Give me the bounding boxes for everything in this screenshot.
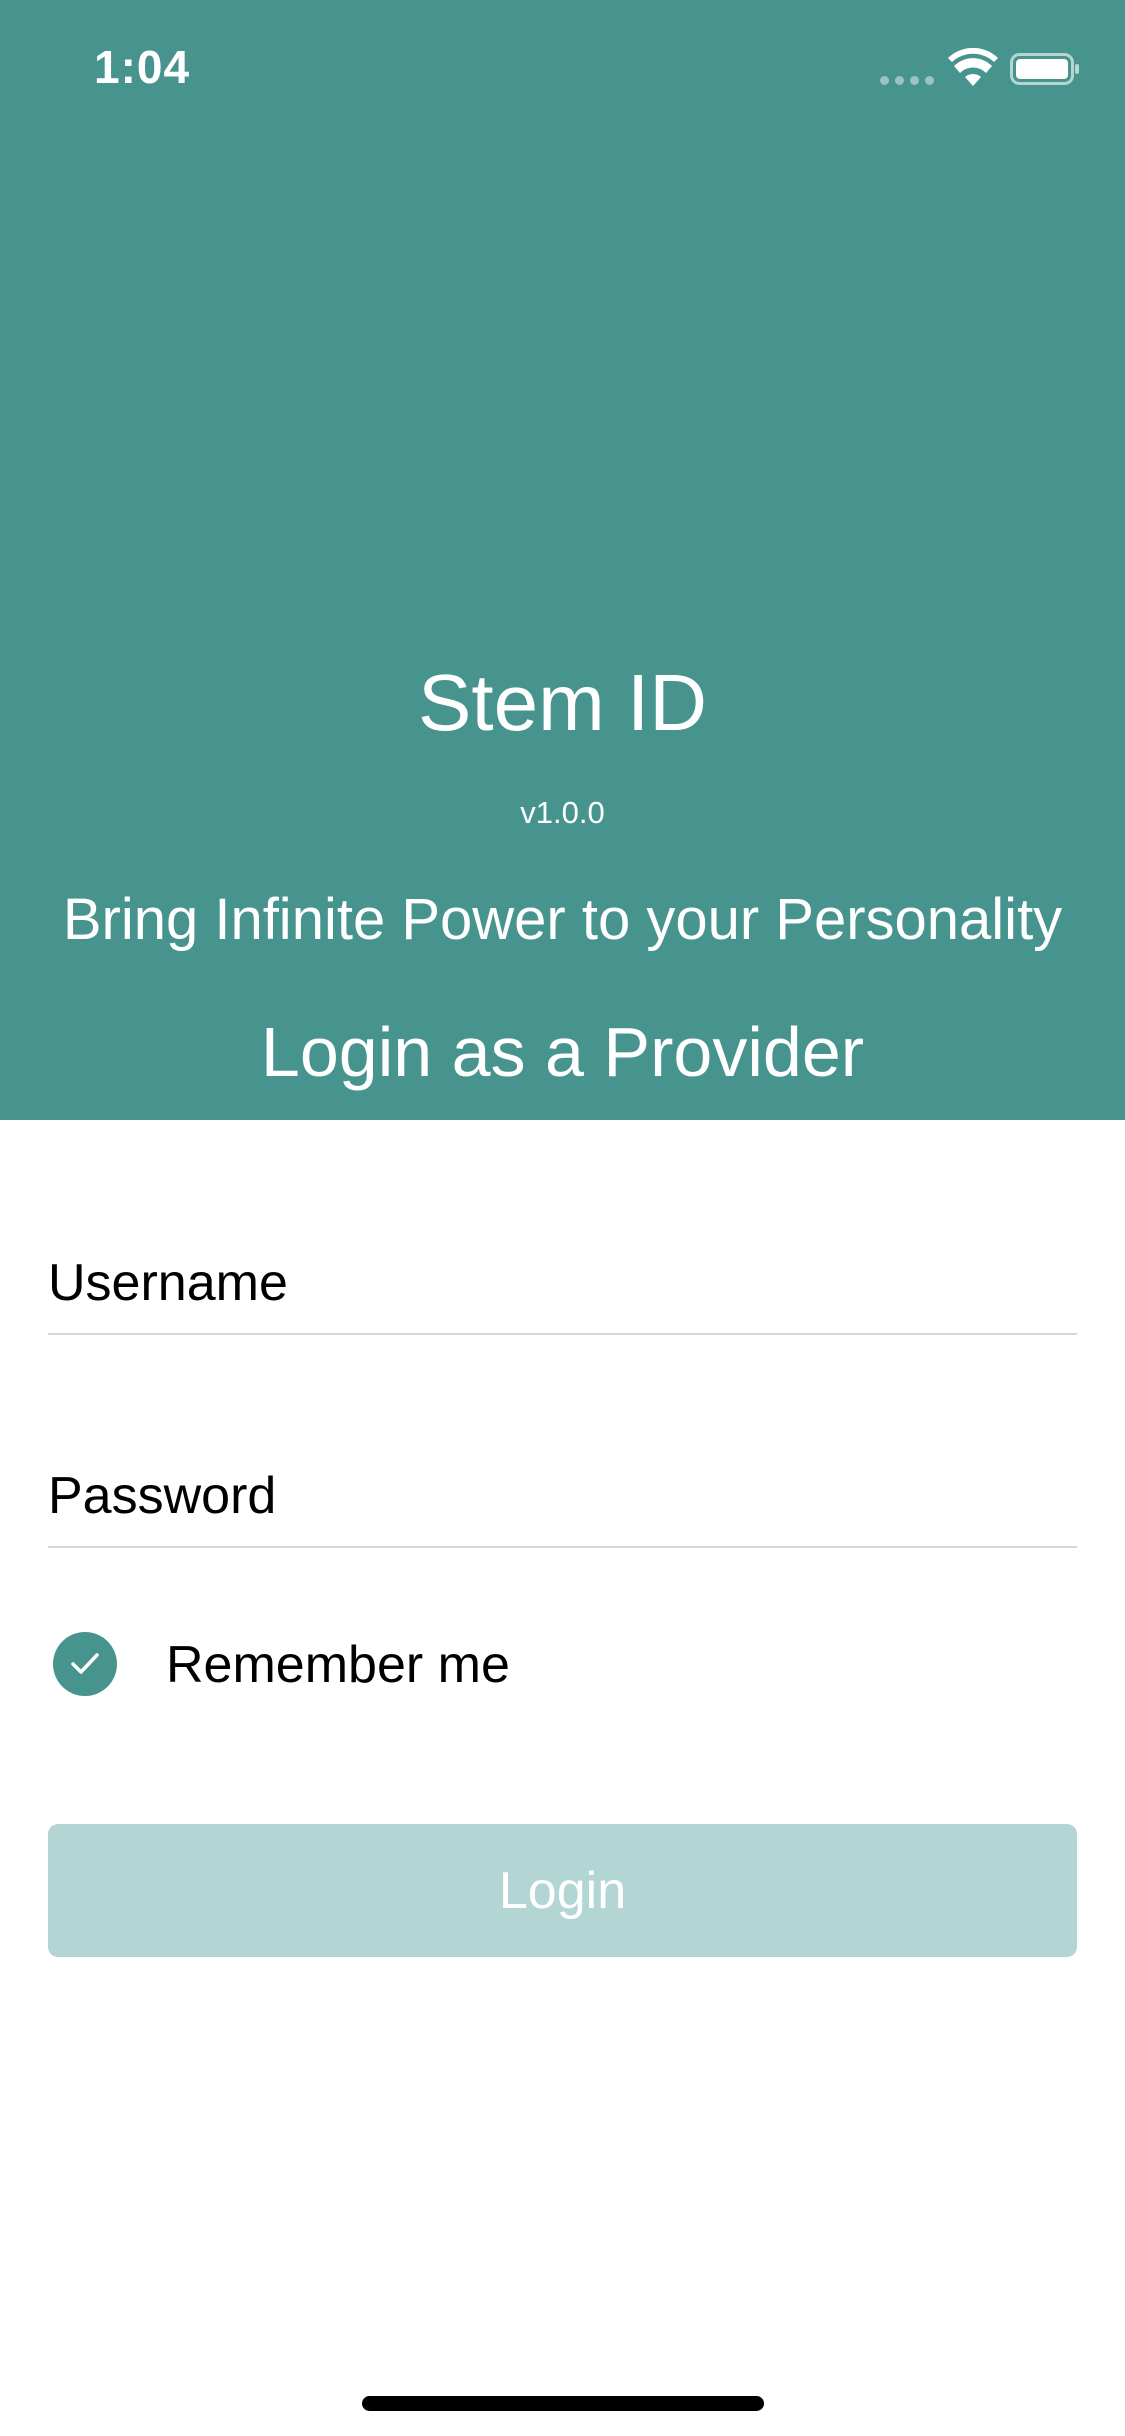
password-field[interactable] [48, 1446, 1077, 1548]
header-banner: 1:04 Stem ID v1.0.0 Bring Infinite Power… [0, 0, 1125, 1120]
home-indicator[interactable] [362, 2396, 764, 2411]
remember-me-toggle[interactable]: Remember me [48, 1620, 648, 1710]
app-title: Stem ID [418, 658, 707, 747]
status-bar: 1:04 [0, 0, 1125, 130]
login-screen: 1:04 Stem ID v1.0.0 Bring Infinite Power… [0, 0, 1125, 2436]
status-time: 1:04 [94, 41, 191, 93]
wifi-icon [948, 48, 998, 86]
tagline: Bring Infinite Power to your Personality [62, 887, 1063, 952]
login-heading: Login as a Provider [260, 1013, 865, 1091]
remember-me-checkbox[interactable] [53, 1632, 117, 1696]
cellular-signal-icon [880, 76, 936, 86]
username-field[interactable] [48, 1233, 1077, 1335]
app-version: v1.0.0 [520, 795, 605, 830]
checkmark-icon [71, 1653, 99, 1674]
login-button[interactable]: Login [48, 1824, 1077, 1957]
battery-icon [1010, 53, 1079, 85]
remember-me-label: Remember me [166, 1636, 510, 1694]
